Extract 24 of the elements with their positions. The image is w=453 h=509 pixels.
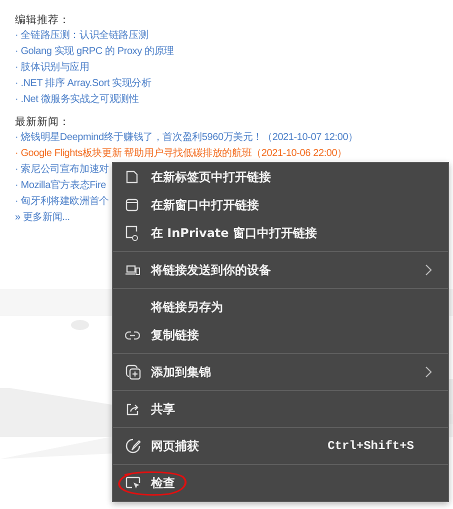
menu-item[interactable]: 将链接发送到你的设备	[113, 256, 448, 284]
menu-item[interactable]: 在新窗口中打开链接	[113, 191, 448, 219]
article-link[interactable]: · .NET 排序 Array.Sort 实现分析	[15, 76, 152, 92]
shortcut-text: Ctrl+Shift+S	[328, 439, 414, 453]
menu-item[interactable]: 网页捕获 Ctrl+Shift+S	[113, 432, 448, 460]
news-link[interactable]: · 索尼公司宣布加速对	[15, 162, 109, 178]
news-link[interactable]: · Google Flights板块更新 帮助用户寻找低碳排放的航班（2021-10-06 22:00）	[15, 146, 347, 162]
article-link[interactable]: · Golang 实现 gRPC 的 Proxy 的原理	[15, 44, 174, 60]
menu-item[interactable]: 添加到集锦	[113, 358, 448, 386]
article-link[interactable]: · 肢体识别与应用	[15, 60, 90, 76]
section-heading: 最新新闻：	[15, 115, 70, 130]
menu-item[interactable]: 在 InPrivate 窗口中打开链接	[113, 219, 448, 247]
news-link[interactable]: · 匈牙利将建欧洲首个	[15, 194, 109, 210]
menu-item[interactable]: 共享	[113, 395, 448, 423]
section-heading: 编辑推荐：	[15, 13, 70, 28]
news-link[interactable]: · 烧钱明星Deepmind终于赚钱了，首次盈利5960万美元！（2021-10-07 12:00）	[15, 130, 358, 146]
menu-item[interactable]: 复制链接	[113, 321, 448, 349]
menu-item[interactable]: 检查	[113, 469, 448, 497]
menu-item[interactable]: 将链接另存为	[113, 293, 448, 321]
article-link[interactable]: · 全链路压测：认识全链路压测	[15, 28, 148, 44]
article-link[interactable]: · .Net 微服务实战之可观测性	[15, 92, 139, 108]
more-news-link[interactable]: » 更多新闻...	[15, 210, 70, 226]
menu-item[interactable]: 在新标签页中打开链接	[113, 163, 448, 191]
news-link[interactable]: · Mozilla官方表态Fire	[15, 178, 106, 194]
